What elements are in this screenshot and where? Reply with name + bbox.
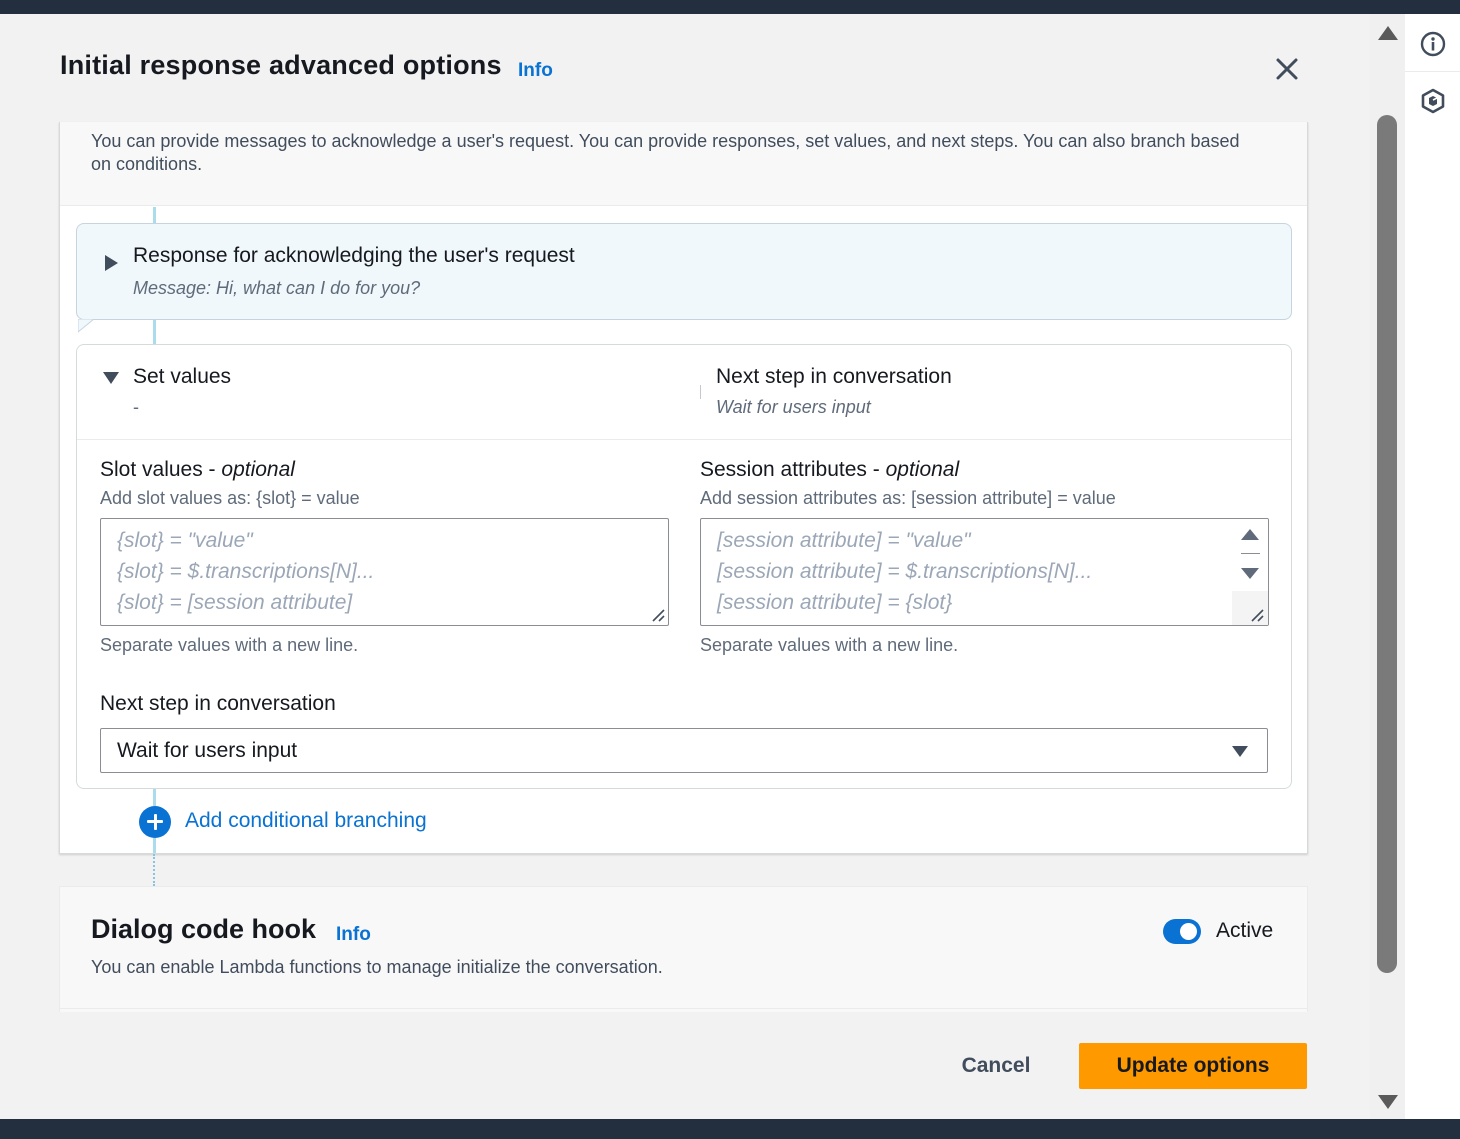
flow-connector: [153, 320, 156, 344]
scrollbar-thumb[interactable]: [1377, 115, 1397, 973]
top-nav-bar: [0, 0, 1460, 14]
slot-values-footer: Separate values with a new line.: [100, 635, 359, 655]
scroll-down-icon[interactable]: [1378, 1095, 1398, 1109]
rail-divider: [1405, 71, 1460, 72]
resize-grip-icon[interactable]: [651, 608, 665, 622]
scroll-up-icon[interactable]: [1241, 529, 1259, 540]
info-circle-icon[interactable]: [1420, 31, 1446, 57]
next-step-title: Next step in conversation: [716, 365, 952, 388]
acknowledge-response-card[interactable]: Response for acknowledging the user's re…: [76, 223, 1292, 333]
flow-connector: [153, 789, 156, 806]
set-values-summary: -: [133, 397, 139, 417]
hexagon-icon[interactable]: [1420, 88, 1446, 114]
scroll-up-icon[interactable]: [1378, 26, 1398, 40]
caret-right-icon[interactable]: [105, 255, 118, 271]
initial-response-panel: You can provide messages to acknowledge …: [59, 122, 1308, 854]
close-button[interactable]: [1272, 54, 1302, 84]
update-options-button[interactable]: Update options: [1079, 1043, 1307, 1089]
panel-header: You can provide messages to acknowledge …: [60, 122, 1307, 206]
slot-values-label: Slot values - optional: [100, 458, 295, 482]
flow-connector: [153, 838, 156, 853]
slot-placeholder-line: {slot} = $.transcriptions[N]...: [117, 560, 375, 583]
add-conditional-branching-label[interactable]: Add conditional branching: [185, 809, 427, 833]
resize-grip-icon[interactable]: [1250, 608, 1264, 622]
active-toggle-label: Active: [1216, 919, 1274, 942]
page-scrollbar[interactable]: [1370, 14, 1405, 1119]
dotted-connector: [153, 854, 155, 886]
scroll-down-icon[interactable]: [1241, 568, 1259, 579]
slot-values-hint: Add slot values as: {slot} = value: [100, 488, 360, 508]
slot-placeholder-line: {slot} = "value": [117, 529, 253, 552]
acknowledge-message: Message: Hi, what can I do for you?: [133, 278, 421, 298]
scroll-separator: [1241, 553, 1260, 554]
toggle-knob: [1180, 923, 1197, 940]
chevron-down-icon: [1232, 746, 1248, 757]
bottom-bar: [0, 1119, 1460, 1139]
modal-title: Initial response advanced options: [60, 50, 502, 80]
session-placeholder-line: [session attribute] = $.transcriptions[N…: [717, 560, 1093, 583]
dialog-code-hook-description: You can enable Lambda functions to manag…: [91, 957, 663, 977]
next-step-field-label: Next step in conversation: [100, 692, 336, 715]
next-step-selected-value: Wait for users input: [117, 739, 298, 762]
session-attributes-textarea[interactable]: [session attribute] = "value" [session a…: [700, 518, 1269, 626]
panel-description: You can provide messages to acknowledge …: [91, 131, 1240, 174]
close-icon: [1276, 58, 1298, 80]
session-attributes-hint: Add session attributes as: [session attr…: [700, 488, 1116, 508]
optional-tag: optional: [885, 458, 960, 481]
session-placeholder-line: [session attribute] = "value": [717, 529, 971, 552]
header-divider: [700, 385, 701, 399]
textarea-scrollbar[interactable]: [1232, 519, 1268, 625]
cancel-button[interactable]: Cancel: [944, 1043, 1048, 1089]
next-step-summary: Wait for users input: [716, 397, 871, 417]
session-attributes-label-text: Session attributes -: [700, 458, 886, 481]
set-values-card: Set values - Next step in conversation W…: [76, 344, 1292, 789]
plus-circle-icon[interactable]: [139, 806, 171, 838]
slot-values-label-text: Slot values -: [100, 458, 222, 481]
session-attributes-footer: Separate values with a new line.: [700, 635, 959, 655]
dialog-code-hook-title: Dialog code hook: [91, 914, 317, 944]
flow-connector: [153, 207, 156, 223]
hook-info-link[interactable]: Info: [336, 924, 371, 946]
advanced-options-modal: Initial response advanced options Info Y…: [0, 14, 1370, 1119]
divider: [60, 1008, 1307, 1009]
session-attributes-label: Session attributes - optional: [700, 458, 959, 482]
slot-placeholder-line: {slot} = [session attribute]: [117, 591, 353, 614]
optional-tag: optional: [221, 458, 295, 481]
active-toggle[interactable]: [1163, 919, 1201, 944]
title-info-link[interactable]: Info: [518, 60, 553, 82]
set-values-title[interactable]: Set values: [133, 365, 231, 389]
slot-values-textarea[interactable]: {slot} = "value" {slot} = $.transcriptio…: [100, 518, 669, 626]
session-placeholder-line: [session attribute] = {slot}: [717, 591, 953, 614]
set-values-header[interactable]: Set values - Next step in conversation W…: [77, 345, 1291, 440]
next-step-select[interactable]: Wait for users input: [100, 728, 1268, 773]
speech-bubble-tail: [78, 319, 95, 333]
acknowledge-title[interactable]: Response for acknowledging the user's re…: [133, 244, 575, 268]
right-tool-rail: [1405, 14, 1460, 1119]
dialog-code-hook-panel: Dialog code hook Info You can enable Lam…: [59, 886, 1308, 1012]
caret-down-icon[interactable]: [103, 372, 119, 384]
resize-corner[interactable]: [1232, 591, 1268, 625]
